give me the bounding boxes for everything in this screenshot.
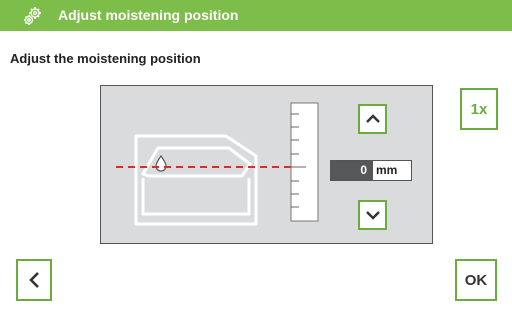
position-value: 0 bbox=[331, 161, 373, 180]
instruction-text: Adjust the moistening position bbox=[10, 51, 201, 66]
ok-button[interactable]: OK bbox=[455, 259, 497, 301]
moisture-drop-icon bbox=[155, 154, 167, 172]
position-unit: mm bbox=[376, 163, 398, 177]
chevron-left-icon bbox=[29, 272, 39, 288]
back-button[interactable] bbox=[16, 259, 52, 301]
title-bar: Adjust moistening position bbox=[0, 0, 512, 31]
chevron-up-icon bbox=[365, 114, 380, 123]
adjustment-panel: 0 mm bbox=[100, 85, 433, 244]
chevron-down-icon bbox=[365, 211, 380, 220]
decrease-button[interactable] bbox=[358, 200, 387, 230]
repeat-once-button[interactable]: 1x bbox=[460, 88, 498, 130]
envelope-illustration bbox=[134, 134, 258, 226]
position-value-field: 0 mm bbox=[330, 160, 412, 181]
position-ruler bbox=[290, 102, 319, 222]
gear-icon bbox=[22, 5, 44, 27]
increase-button[interactable] bbox=[358, 104, 387, 134]
page-title: Adjust moistening position bbox=[58, 7, 239, 23]
